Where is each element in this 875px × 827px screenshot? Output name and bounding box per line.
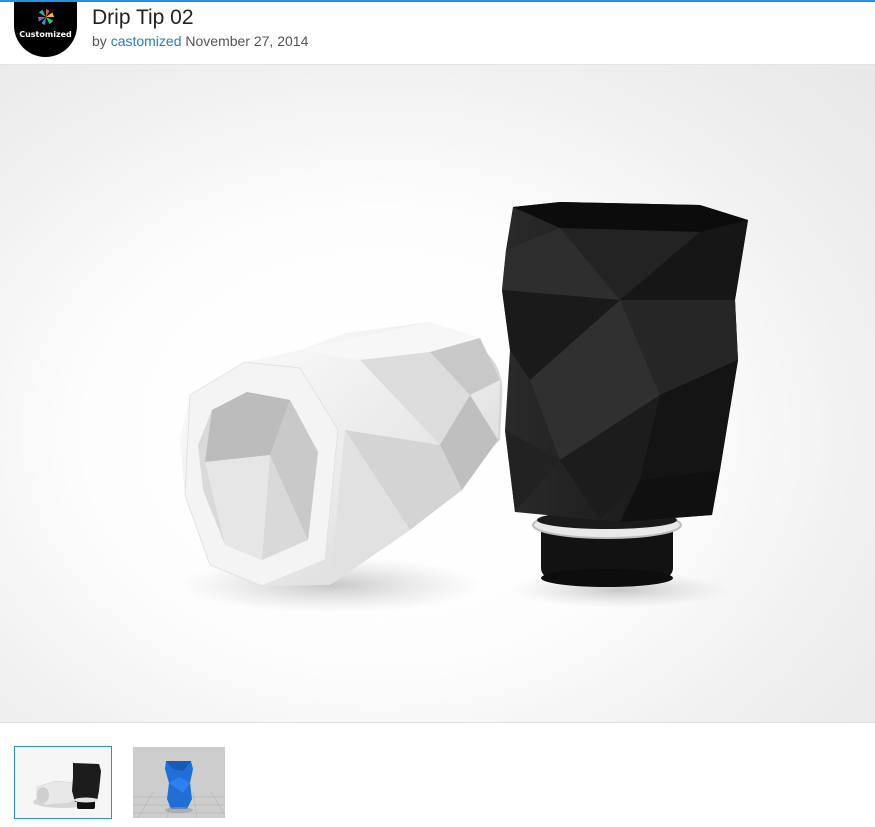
page-title: Drip Tip 02 xyxy=(92,6,194,29)
black-drip-tip xyxy=(502,202,748,587)
thing-header: Customized Drip Tip 02 by castomized Nov… xyxy=(0,2,875,65)
white-drip-tip xyxy=(180,322,503,587)
avatar-label: Customized xyxy=(19,30,72,39)
gallery-divider xyxy=(0,722,875,723)
publish-date: November 27, 2014 xyxy=(185,33,309,49)
author-link[interactable]: castomized xyxy=(111,33,182,49)
main-image[interactable] xyxy=(0,65,875,722)
thumbnail-1[interactable] xyxy=(14,746,112,819)
thumb-white-black-tips xyxy=(15,747,111,818)
thumbnail-2[interactable] xyxy=(133,747,225,818)
pinwheel-logo-icon xyxy=(37,8,55,26)
thumb-blue-tip-render xyxy=(133,747,225,818)
by-label: by xyxy=(92,33,107,49)
creator-avatar[interactable]: Customized xyxy=(14,2,77,57)
drip-tips-render xyxy=(180,202,748,613)
byline: by castomized November 27, 2014 xyxy=(92,33,308,49)
